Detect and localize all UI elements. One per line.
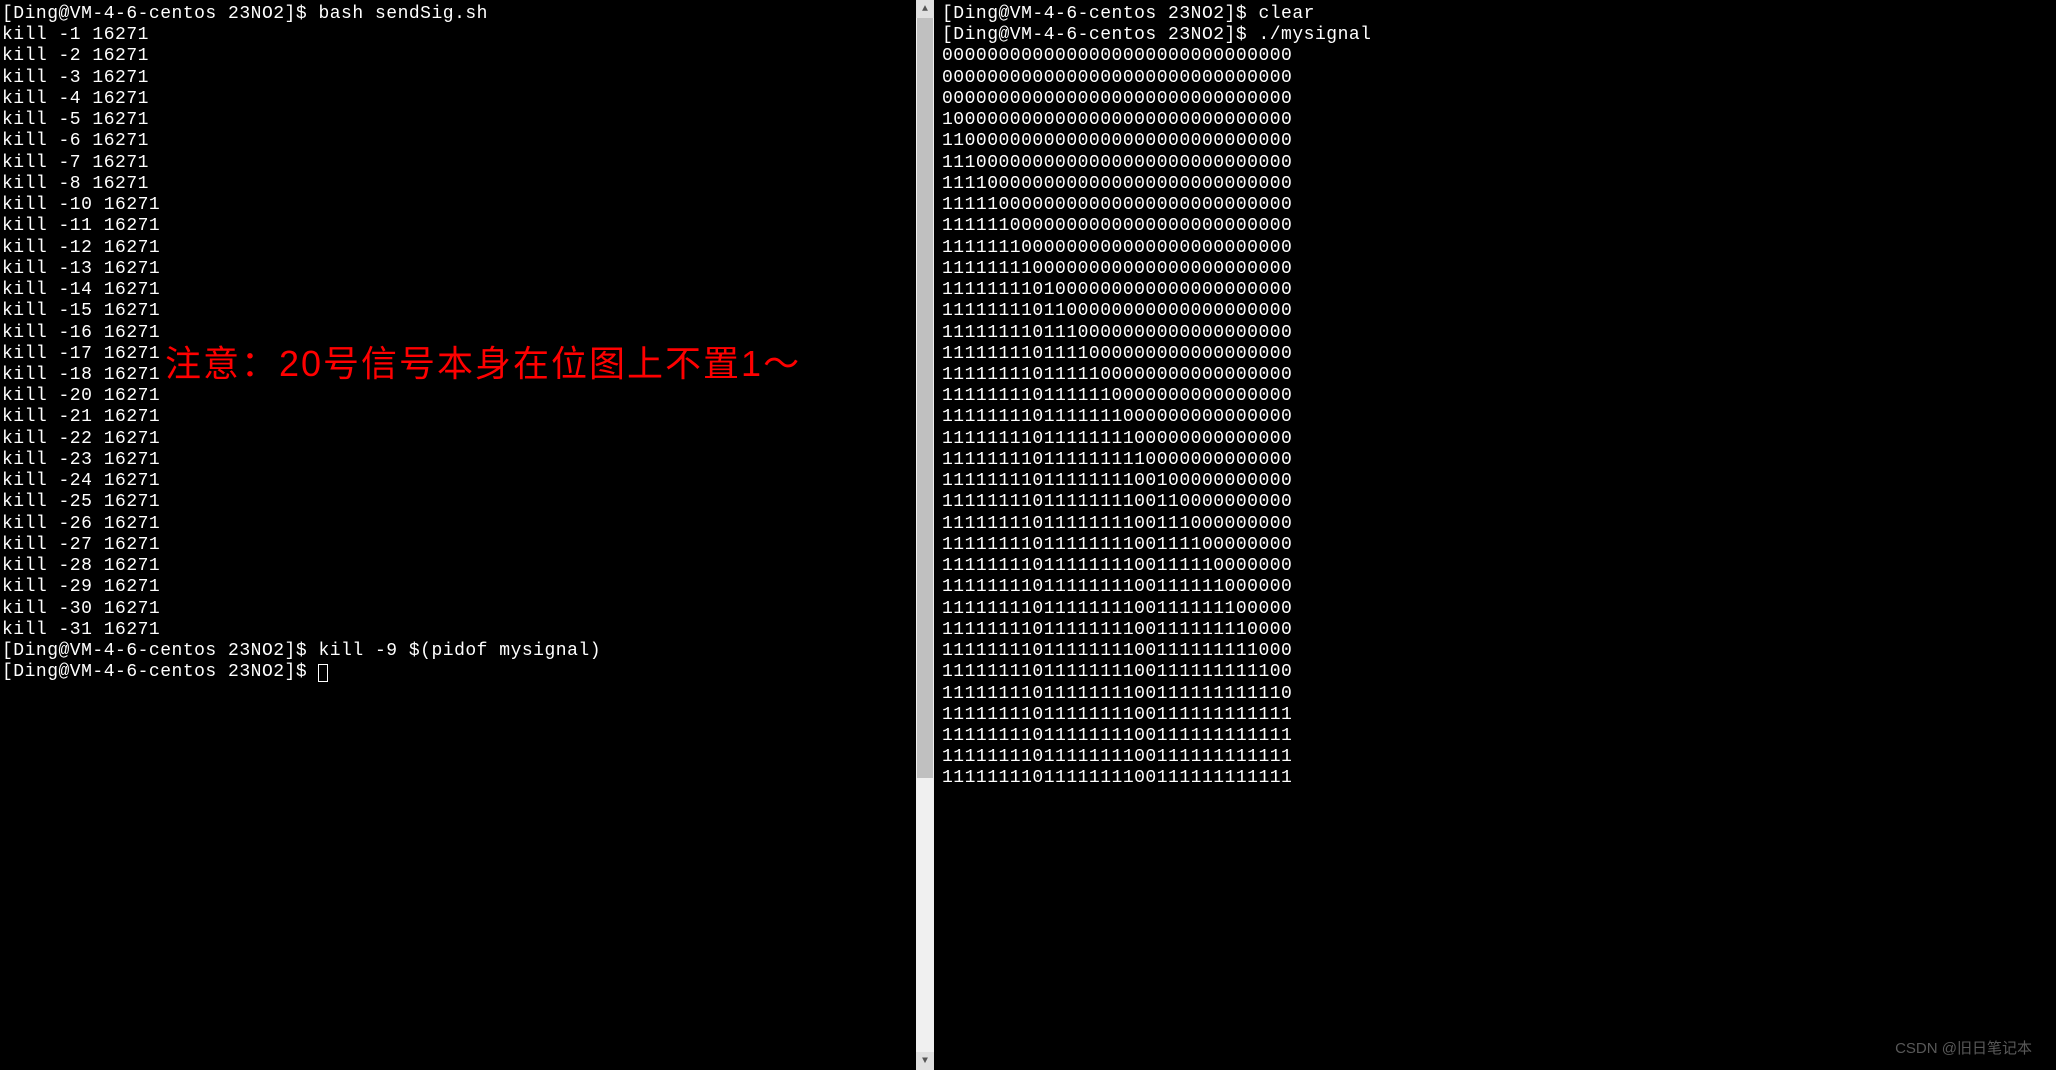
shell-prompt: [Ding@VM-4-6-centos 23NO2]$: [942, 4, 1258, 24]
output-line: kill -8 16271: [2, 174, 916, 195]
output-line: kill -25 16271: [2, 492, 916, 513]
output-line: 1111111101111100000000000000000: [942, 365, 2056, 386]
prompt-line: [Ding@VM-4-6-centos 23NO2]$ clear: [942, 4, 2056, 25]
output-line: kill -28 16271: [2, 556, 916, 577]
output-line: 1111111101111111100111111111111: [942, 726, 2056, 747]
output-line: 1111111000000000000000000000000: [942, 238, 2056, 259]
output-line: 1111111101111111110000000000000: [942, 450, 2056, 471]
output-line: 0000000000000000000000000000000: [942, 89, 2056, 110]
shell-prompt: [Ding@VM-4-6-centos 23NO2]$: [942, 25, 1258, 45]
output-line: 1111000000000000000000000000000: [942, 174, 2056, 195]
output-line: kill -27 16271: [2, 535, 916, 556]
shell-prompt: [Ding@VM-4-6-centos 23NO2]$: [2, 662, 318, 682]
output-line: 1111111101111111000000000000000: [942, 407, 2056, 428]
output-line: 1111111101111110000000000000000: [942, 386, 2056, 407]
prompt-line: [Ding@VM-4-6-centos 23NO2]$ kill -9 $(pi…: [2, 641, 916, 662]
output-line: 1100000000000000000000000000000: [942, 131, 2056, 152]
output-line: kill -14 16271: [2, 280, 916, 301]
scroll-down-icon[interactable]: ▼: [916, 1052, 934, 1070]
output-line: 1111111101111111100110000000000: [942, 492, 2056, 513]
output-line: 1111111101111000000000000000000: [942, 344, 2056, 365]
output-line: kill -23 16271: [2, 450, 916, 471]
output-line: 1111111101111111100111000000000: [942, 514, 2056, 535]
scrollbar-track[interactable]: [916, 0, 934, 1070]
output-line: 1111111101111111100111111110000: [942, 620, 2056, 641]
prompt-line[interactable]: [Ding@VM-4-6-centos 23NO2]$: [2, 662, 916, 683]
terminal-right-pane[interactable]: [Ding@VM-4-6-centos 23NO2]$ clear [Ding@…: [934, 0, 2056, 1070]
command-text: bash sendSig.sh: [318, 4, 488, 24]
shell-prompt: [Ding@VM-4-6-centos 23NO2]$: [2, 4, 318, 24]
output-line: 1111111101111111100111110000000: [942, 556, 2056, 577]
output-line: 1111111101100000000000000000000: [942, 301, 2056, 322]
output-line: kill -15 16271: [2, 301, 916, 322]
output-line: kill -13 16271: [2, 259, 916, 280]
output-line: 1111111101111111100111111000000: [942, 577, 2056, 598]
output-line: 0000000000000000000000000000000: [942, 68, 2056, 89]
output-line: kill -6 16271: [2, 131, 916, 152]
output-line: 1111100000000000000000000000000: [942, 195, 2056, 216]
output-line: 1111111101111111100111111111111: [942, 705, 2056, 726]
output-line: 1111111101111111100111100000000: [942, 535, 2056, 556]
output-line: 1111111101111111100111111111000: [942, 641, 2056, 662]
watermark-text: CSDN @旧日笔记本: [1895, 1037, 2032, 1058]
output-line: 1111111101111111100000000000000: [942, 429, 2056, 450]
output-line: kill -26 16271: [2, 514, 916, 535]
output-line: 1110000000000000000000000000000: [942, 153, 2056, 174]
output-line: 1111111101111111100111111111111: [942, 747, 2056, 768]
output-line: 1111111101111111100111111111100: [942, 662, 2056, 683]
output-line: 1111111101000000000000000000000: [942, 280, 2056, 301]
annotation-text: 注意：20号信号本身在位图上不置1～: [165, 335, 801, 387]
output-line: kill -21 16271: [2, 407, 916, 428]
output-line: 1111111101111111100100000000000: [942, 471, 2056, 492]
shell-prompt: [Ding@VM-4-6-centos 23NO2]$: [2, 641, 318, 661]
scrollbar-left[interactable]: ▲ ▼: [916, 0, 934, 1070]
output-line: 0000000000000000000000000000000: [942, 46, 2056, 67]
output-line: kill -11 16271: [2, 216, 916, 237]
prompt-line: [Ding@VM-4-6-centos 23NO2]$ bash sendSig…: [2, 4, 916, 25]
output-line: kill -4 16271: [2, 89, 916, 110]
output-line: kill -29 16271: [2, 577, 916, 598]
output-line: kill -12 16271: [2, 238, 916, 259]
output-line: kill -2 16271: [2, 46, 916, 67]
output-line: kill -24 16271: [2, 471, 916, 492]
output-line: 1111111101111111100111111100000: [942, 599, 2056, 620]
terminal-left-pane[interactable]: [Ding@VM-4-6-centos 23NO2]$ bash sendSig…: [0, 0, 916, 1070]
output-line: 1000000000000000000000000000000: [942, 110, 2056, 131]
prompt-line: [Ding@VM-4-6-centos 23NO2]$ ./mysignal: [942, 25, 2056, 46]
output-line: kill -30 16271: [2, 599, 916, 620]
output-line: 1111111101111111100111111111110: [942, 684, 2056, 705]
output-line: kill -3 16271: [2, 68, 916, 89]
output-line: 1111111101111111100111111111111: [942, 768, 2056, 789]
output-line: 1111111101110000000000000000000: [942, 323, 2056, 344]
output-line: kill -7 16271: [2, 153, 916, 174]
output-line: 1111111100000000000000000000000: [942, 259, 2056, 280]
output-line: kill -20 16271: [2, 386, 916, 407]
output-line: kill -31 16271: [2, 620, 916, 641]
scrollbar-thumb[interactable]: [917, 18, 933, 778]
command-text: clear: [1258, 4, 1315, 24]
output-line: 1111110000000000000000000000000: [942, 216, 2056, 237]
command-text: kill -9 $(pidof mysignal): [318, 641, 601, 661]
scroll-up-icon[interactable]: ▲: [916, 0, 934, 18]
output-line: kill -10 16271: [2, 195, 916, 216]
output-line: kill -5 16271: [2, 110, 916, 131]
command-text: ./mysignal: [1258, 25, 1371, 45]
output-line: kill -22 16271: [2, 429, 916, 450]
output-line: kill -1 16271: [2, 25, 916, 46]
cursor-icon: [318, 664, 328, 682]
